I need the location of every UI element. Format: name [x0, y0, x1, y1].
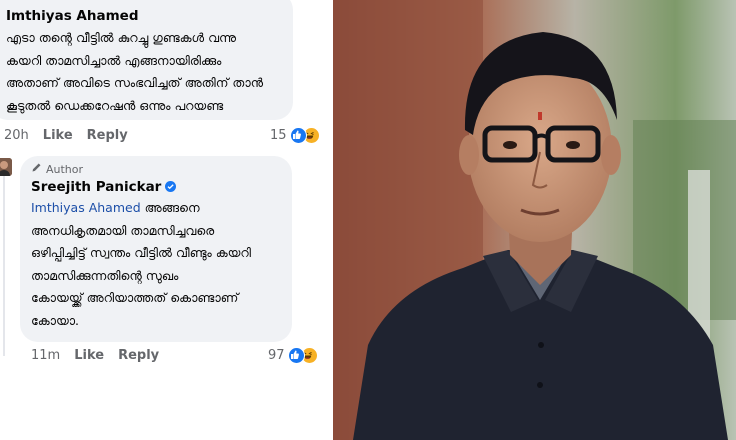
portrait-photo [333, 0, 736, 440]
comment-text-line: കയറി താമസിച്ചാൽ എങ്ങനായിരിക്കും [6, 52, 222, 68]
mention-link[interactable]: Imthiyas Ahamed [31, 200, 141, 215]
comment-actions: 11m Like Reply [31, 348, 173, 363]
comment-text-line: കോയയ്ക്ക് അറിയാത്തത് കൊണ്ടാണ് [31, 290, 239, 305]
comment-text: Imthiyas Ahamed അങ്ങനെ അനധികൃതമായി താമസി… [31, 197, 251, 332]
reaction-summary[interactable]: 97 [268, 347, 318, 364]
comment-text-line: കൂടുതൽ ഡെക്കറേഷൻ ഒന്നും പറയണ്ട [6, 97, 224, 113]
comment-text-fragment: അങ്ങനെ [140, 200, 200, 215]
author-badge-label: Author [46, 162, 84, 176]
comment-author-name[interactable]: Imthiyas Ahamed [6, 8, 138, 24]
comment-text: എടാ തന്റെ വീട്ടിൽ കുറച്ചു ഗുണ്ടകൾ വന്നു … [6, 27, 263, 117]
comment-text-line: അതാണ് അവിടെ സംഭവിച്ചത് അതിന് താൻ [6, 75, 264, 90]
author-pen-icon [31, 162, 42, 176]
comment-text-line: അനധികൃതമായി താമസിച്ചവരെ [31, 222, 215, 238]
comment-text-line: കോയാ. [31, 312, 80, 328]
comments-panel: Imthiyas Ahamed എടാ തന്റെ വീട്ടിൽ കുറച്ച… [0, 0, 333, 440]
comment-text-line: എടാ തന്റെ വീട്ടിൽ കുറച്ചു ഗുണ്ടകൾ വന്നു [6, 30, 237, 45]
like-button[interactable]: Like [74, 348, 104, 363]
reply-button[interactable]: Reply [87, 128, 128, 143]
reply-button[interactable]: Reply [118, 348, 159, 363]
reaction-count: 97 [268, 348, 285, 363]
thread-line [3, 176, 5, 356]
like-reaction-icon [289, 127, 307, 144]
avatar[interactable] [0, 158, 12, 176]
like-reaction-icon [287, 347, 305, 364]
comment-timestamp[interactable]: 11m [31, 348, 60, 363]
reaction-summary[interactable]: 15 [270, 127, 320, 144]
reaction-count: 15 [270, 128, 287, 143]
comment-actions: 20h Like Reply [4, 128, 142, 143]
comment-text-line: താമസിക്കുന്നതിന്റെ സുഖം [31, 267, 179, 283]
author-badge: Author [31, 162, 83, 176]
like-button[interactable]: Like [43, 128, 73, 143]
comment-text-line: ഒഴിപ്പിച്ചിട്ട് സ്വന്തം വീട്ടിൽ വീണ്ടും … [31, 245, 251, 260]
comment-author-name[interactable]: Sreejith Panickar [31, 179, 177, 195]
comment-timestamp[interactable]: 20h [4, 128, 29, 143]
verified-badge-icon [165, 180, 177, 192]
comment-author-label[interactable]: Sreejith Panickar [31, 179, 161, 195]
